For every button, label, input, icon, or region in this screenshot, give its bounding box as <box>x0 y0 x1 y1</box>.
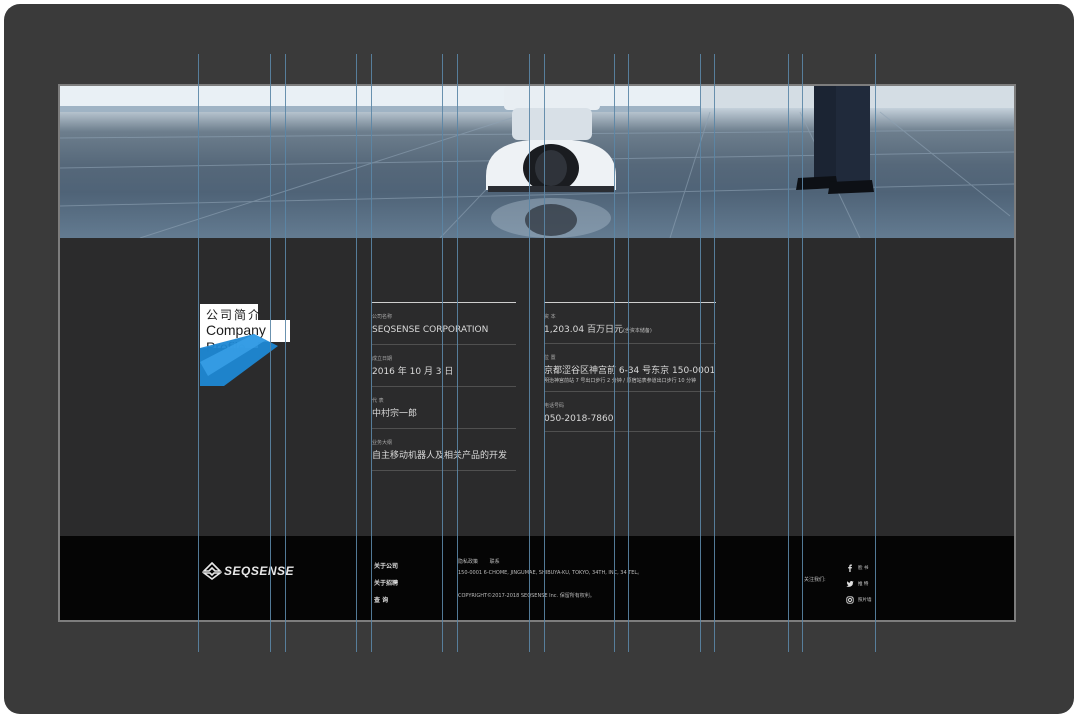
info-label: 资 本 <box>544 314 556 320</box>
info-value: 自主移动机器人及相关产品的开发 <box>372 451 508 461</box>
layout-guide-line <box>544 54 545 652</box>
info-column-right: 资 本 1,203.04 百万日元(含资本储备) 位 置 京都涩谷区神宫前 6-… <box>544 302 716 432</box>
twitter-icon <box>846 581 854 587</box>
layout-guide-line <box>442 54 443 652</box>
layout-guide-line <box>371 54 372 652</box>
info-value: SEQSENSE CORPORATION <box>372 325 489 335</box>
social-link-instagram[interactable]: 照片墙 <box>846 592 872 608</box>
info-item-business: 业务大纲 自主移动机器人及相关产品的开发 <box>372 429 516 471</box>
layout-guide-line <box>198 54 199 652</box>
logo-wordmark: SEQSENSE <box>224 564 295 578</box>
seqsense-logo[interactable]: SEQSENSE <box>202 562 294 580</box>
info-item-representative: 代 表 中村宗一郎 <box>372 387 516 429</box>
instagram-icon <box>846 596 854 604</box>
footer-link-about[interactable]: 关于公司 <box>374 558 398 575</box>
facebook-icon <box>848 564 852 572</box>
social-links: 脸 书 推 特 照片墙 <box>846 560 872 608</box>
social-link-twitter[interactable]: 推 特 <box>846 576 872 592</box>
layout-guide-line <box>529 54 530 652</box>
layout-guide-line <box>788 54 789 652</box>
follow-us-label: 关注我们: <box>804 577 826 583</box>
info-value: 中村宗一郎 <box>372 409 418 419</box>
info-value: 京都涩谷区神宫前 6-34 号东京 150-0001 <box>544 366 716 376</box>
info-label: 业务大纲 <box>372 440 393 446</box>
layout-guide-line <box>714 54 715 652</box>
info-value: 050-2018-7860 <box>544 414 614 424</box>
company-profile-section: 公司简介 Company Profile 公司名称 SEQSENSE CORPO… <box>60 238 1014 536</box>
blue-parallelogram-shape <box>200 334 278 386</box>
social-link-facebook[interactable]: 脸 书 <box>846 560 872 576</box>
seqsense-logo-mark-icon <box>202 562 222 580</box>
hero-image <box>60 86 1014 238</box>
info-item-founded: 成立日期 2016 年 10 月 3 日 <box>372 345 516 387</box>
footer-nav: 关于公司 关于招聘 查 询 <box>374 558 398 609</box>
location-directions: 明治神宫前站 7 号出口步行 2 分钟 / 原宿站表参道出口步行 10 分钟 <box>544 378 697 384</box>
contact-link[interactable]: 联系 <box>490 559 500 565</box>
footer-link-inquiry[interactable]: 查 询 <box>374 592 398 609</box>
social-label: 照片墙 <box>858 598 872 603</box>
info-item-company-name: 公司名称 SEQSENSE CORPORATION <box>372 303 516 345</box>
info-value: 1,203.04 百万日元(含资本储备) <box>544 323 716 338</box>
layout-guide-line <box>802 54 803 652</box>
info-item-capital: 资 本 1,203.04 百万日元(含资本储备) <box>544 303 716 344</box>
social-label: 脸 书 <box>858 566 869 571</box>
info-label: 电话号码 <box>544 403 565 409</box>
info-item-location: 位 置 京都涩谷区神宫前 6-34 号东京 150-0001 明治神宫前站 7 … <box>544 344 716 392</box>
info-label: 代 表 <box>372 398 384 404</box>
footer-link-careers[interactable]: 关于招聘 <box>374 575 398 592</box>
layout-guide-line <box>457 54 458 652</box>
layout-guide-line <box>614 54 615 652</box>
info-label: 位 置 <box>544 355 556 361</box>
site-footer: SEQSENSE 关于公司 关于招聘 查 询 隐私政策 联系 150-0001 … <box>60 536 1014 620</box>
website-mockup: 公司简介 Company Profile 公司名称 SEQSENSE CORPO… <box>58 84 1016 622</box>
privacy-policy-link[interactable]: 隐私政策 <box>458 559 478 565</box>
info-item-phone: 电话号码 050-2018-7860 <box>544 392 716 432</box>
info-label: 公司名称 <box>372 314 393 320</box>
layout-guide-line <box>356 54 357 652</box>
capital-value: 1,203.04 百万日元 <box>544 325 623 335</box>
info-column-left: 公司名称 SEQSENSE CORPORATION 成立日期 2016 年 10… <box>372 302 516 471</box>
layout-guide-line <box>628 54 629 652</box>
layout-guide-line <box>875 54 876 652</box>
social-label: 推 特 <box>858 582 869 587</box>
layout-guide-line <box>285 54 286 652</box>
info-value: 2016 年 10 月 3 日 <box>372 367 454 377</box>
layout-guide-line <box>270 54 271 652</box>
layout-guide-line <box>700 54 701 652</box>
info-label: 成立日期 <box>372 356 393 362</box>
